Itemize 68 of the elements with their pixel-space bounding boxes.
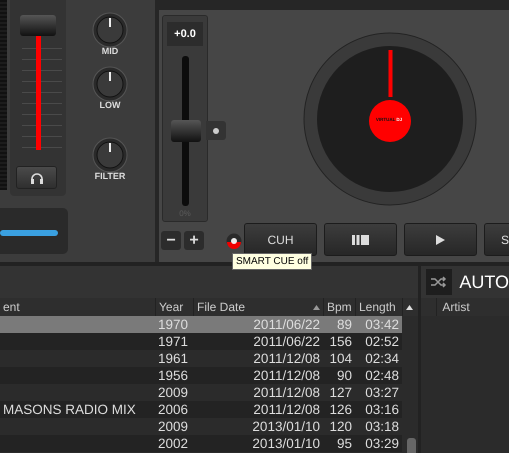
table-cell-text: 03:18 [364,418,400,435]
table-cell-text: 2002 [157,435,190,452]
knob-label: FILTER [94,171,126,181]
pause-stop-icon [352,234,369,244]
cue-button[interactable]: CUH [244,223,317,256]
knob[interactable] [92,137,128,173]
table-row[interactable]: 1971 2011/06/22 156 02:52 [0,333,402,350]
tooltip: SMART CUE off [232,253,312,270]
table-cell-text: 2011/12/08 [252,384,321,401]
knob-label: LOW [98,100,122,110]
table-row[interactable]: 1956 2011/12/08 90 02:48 [0,367,402,384]
table-cell-text: 95 [336,435,353,452]
pitch-down-button[interactable]: − [161,231,181,250]
table-cell-text: 2011/06/22 [252,316,321,333]
sync-button[interactable]: S [484,223,509,256]
table-cell-text: 104 [328,350,353,367]
table-cell-text: 03:27 [364,384,400,401]
table-row[interactable]: MASONS RADIO MIX 2006 2011/12/08 126 03:16 [0,401,402,418]
scrollbar-thumb[interactable] [407,438,416,453]
table-cell-text: 02:48 [364,367,400,384]
automix-title: AUTO [459,272,509,292]
table-cell-text: 1961 [157,350,190,367]
turntable[interactable] [303,32,477,206]
table-cell-text: 2006 [157,401,190,418]
pitch-up-button[interactable]: + [184,231,204,250]
table-cell-text: 03:29 [364,435,400,452]
knob[interactable] [92,12,128,48]
column-header[interactable]: Artist [436,298,470,316]
crossfader-level[interactable] [0,230,58,236]
table-row[interactable]: 2002 2013/01/10 95 03:29 [0,435,402,452]
pitch-reading: +0.0 [167,22,203,46]
table-cell-text: 03:16 [364,401,400,418]
headphones-button[interactable] [16,166,57,189]
knob-label: MID [100,46,120,56]
table-cell-text: 1971 [157,333,190,350]
sort-arrow-icon [313,304,320,310]
table-cell-text: 2011/12/08 [252,401,321,418]
table-cell-text: 120 [328,418,353,435]
table-cell-text: 1956 [157,367,190,384]
table-cell-text: 2011/12/08 [252,350,321,367]
headphones-icon [30,172,44,184]
table-cell-text: 2009 [157,418,190,435]
column-header[interactable]: File Date [193,298,323,316]
table-cell-text: 89 [336,316,353,333]
play-icon [436,234,445,244]
pause-stop-button[interactable] [324,223,397,256]
table-cell-text: 2013/01/10 [251,418,321,435]
table-cell-text: 126 [328,401,353,418]
table-cell-text: 156 [328,333,353,350]
pitch-reset-tab[interactable] [206,121,226,140]
table-cell-text: 2011/06/22 [252,333,321,350]
table-cell-text: 2011/12/08 [252,367,321,384]
shuffle-button[interactable] [426,269,452,295]
table-cell-text: 1970 [157,316,190,333]
table-cell-text: 02:52 [364,333,400,350]
table-cell-text: 2013/01/10 [251,435,321,452]
table-cell-text: 2009 [157,384,190,401]
pitch-fader-handle[interactable] [171,120,201,142]
gain-fader-handle[interactable] [20,15,56,36]
table-cell-text: 90 [336,367,353,384]
table-cell-text: 02:34 [364,350,400,367]
table-cell-text: 127 [328,384,353,401]
scroll-up-icon[interactable] [406,304,413,310]
table-cell-text: 03:42 [364,316,400,333]
shuffle-icon [431,276,448,288]
knob[interactable] [92,66,128,102]
table-cell: MASONS RADIO MIX [3,402,136,417]
smart-cue-toggle[interactable] [226,233,242,249]
